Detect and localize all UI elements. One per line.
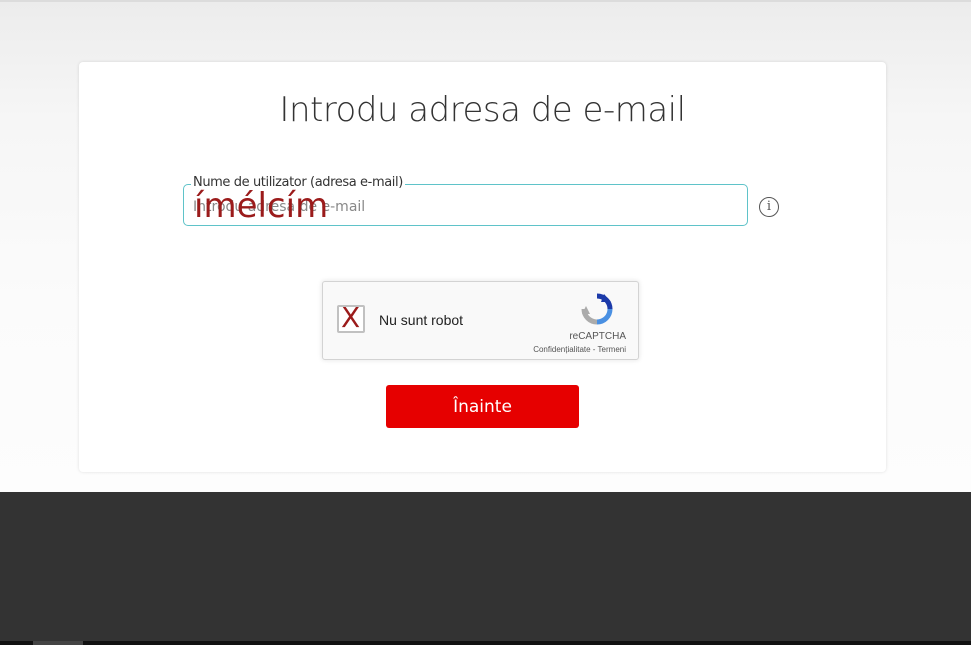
recaptcha-label: Nu sunt robot	[379, 312, 464, 328]
page-title: Introdu adresa de e-mail	[279, 90, 686, 130]
recaptcha-brand: reCAPTCHA	[569, 331, 626, 342]
top-divider	[0, 0, 971, 2]
next-button[interactable]: Înainte	[386, 385, 579, 428]
recaptcha-links: Confidențialitate - Termeni	[533, 345, 626, 354]
page: Introdu adresa de e-mail Nume de utiliza…	[0, 0, 971, 645]
recaptcha-terms-link[interactable]: Termeni	[598, 345, 626, 354]
recaptcha-widget: X Nu sunt robot reCAPTCHA Confidențialit…	[322, 281, 639, 360]
recaptcha-logo-icon	[581, 293, 613, 325]
info-circle-icon[interactable]: i	[759, 197, 779, 217]
bottom-bar-tab	[33, 641, 83, 645]
footer	[0, 492, 971, 641]
email-field-label: Nume de utilizator (adresa e-mail)	[191, 175, 405, 191]
recaptcha-link-separator: -	[590, 345, 598, 354]
email-input[interactable]	[193, 197, 733, 217]
recaptcha-checkbox[interactable]	[337, 305, 365, 333]
recaptcha-privacy-link[interactable]: Confidențialitate	[533, 345, 590, 354]
bottom-bar	[0, 641, 971, 645]
